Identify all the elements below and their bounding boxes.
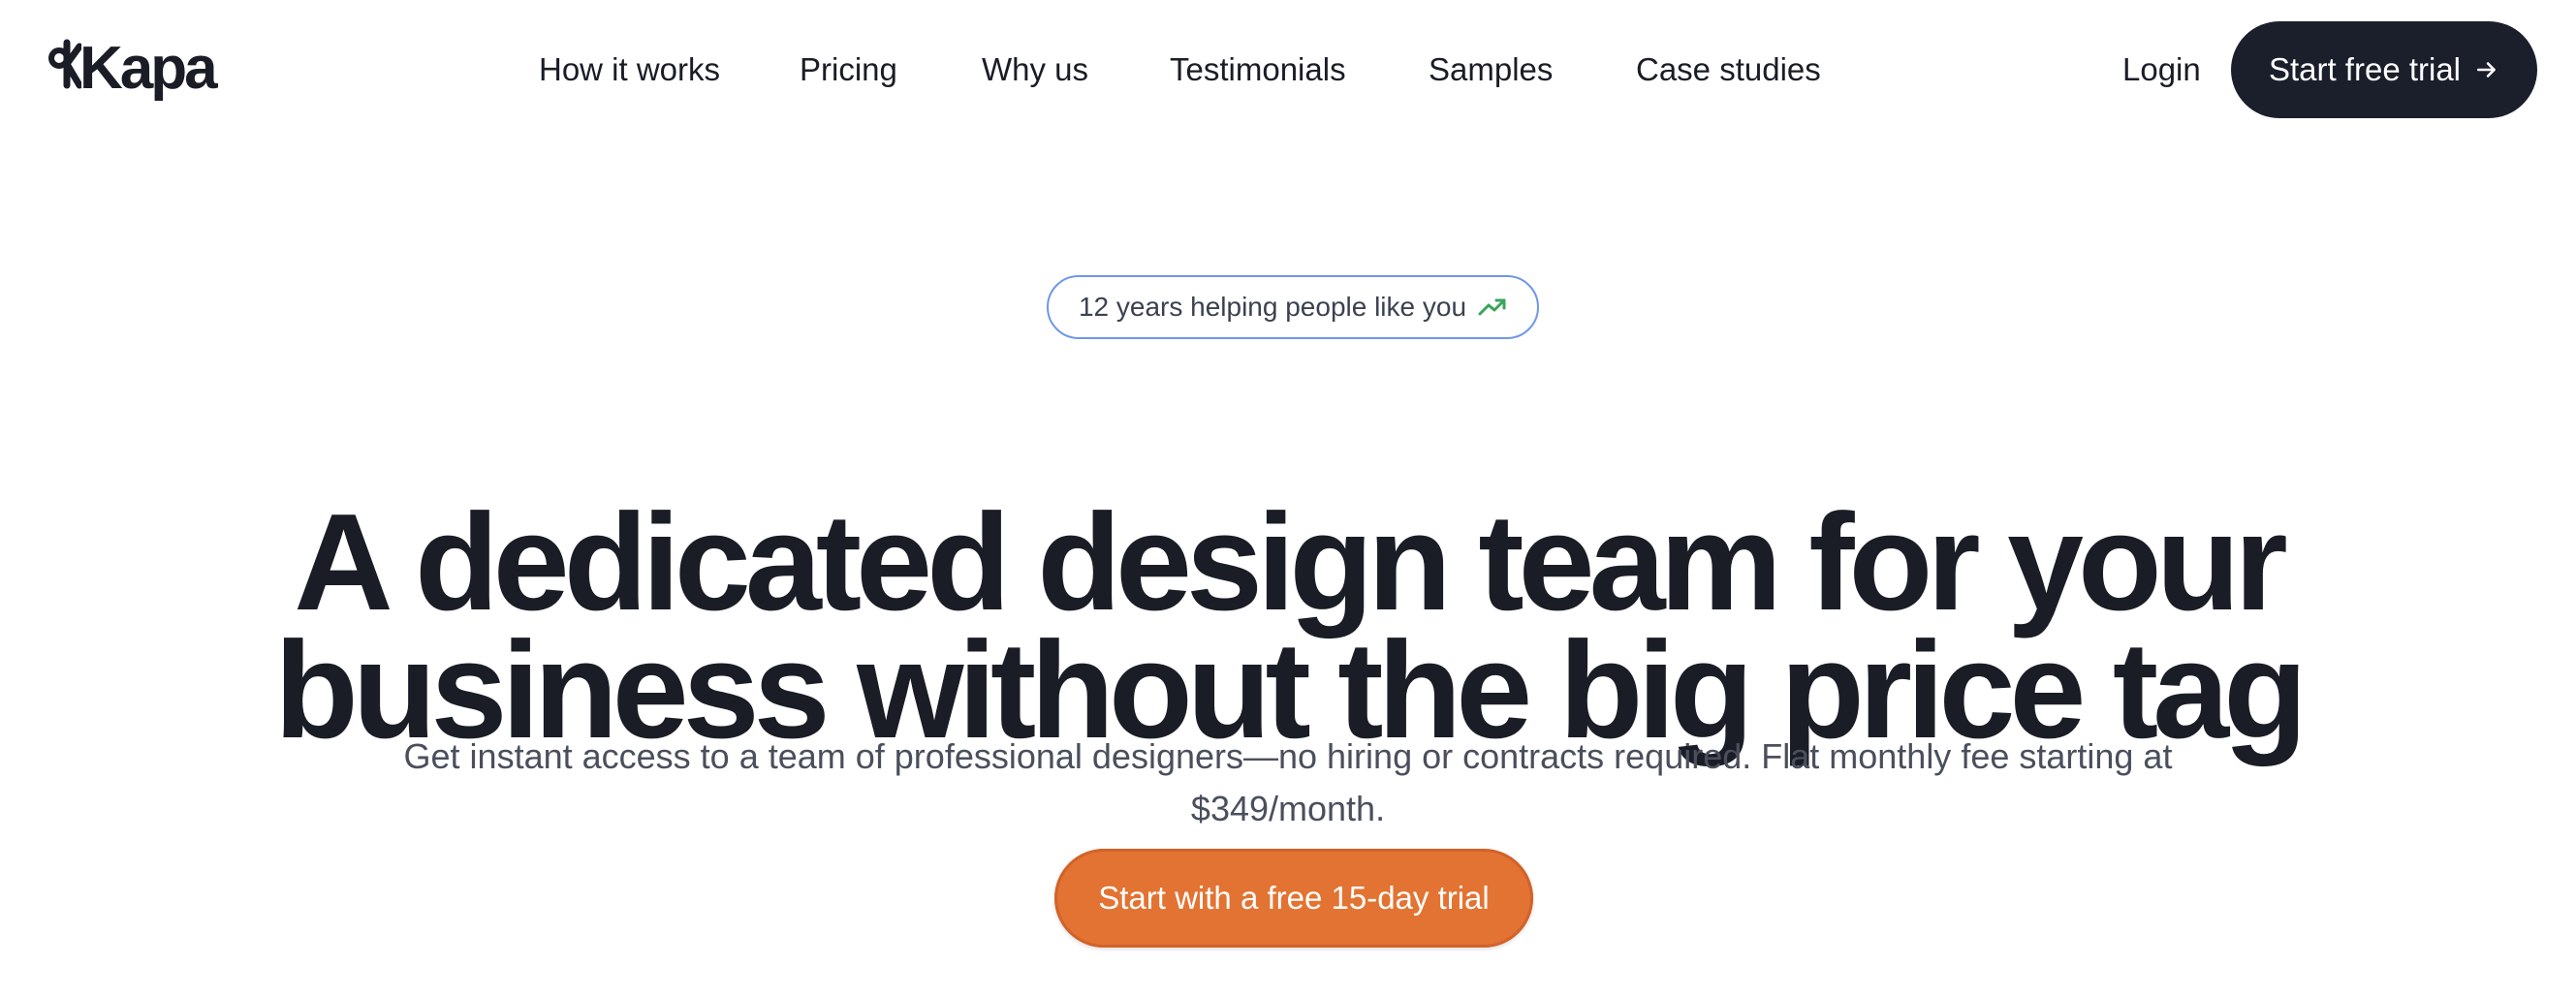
hero-subtext: Get instant access to a team of professi… bbox=[388, 731, 2188, 835]
nav-why-us[interactable]: Why us bbox=[982, 48, 1088, 91]
badge-text: 12 years helping people like you bbox=[1078, 292, 1467, 322]
headline-line-1: A dedicated design team for your bbox=[294, 485, 2288, 640]
subtext-line-1: Get instant access to a team of professi… bbox=[403, 736, 2173, 776]
start-free-trial-label: Start free trial bbox=[2268, 51, 2462, 87]
hero-headline: A dedicated design team for your busines… bbox=[0, 485, 2576, 760]
nav-pricing[interactable]: Pricing bbox=[800, 48, 897, 91]
trending-up-icon bbox=[1478, 298, 1506, 316]
nav-case-studies[interactable]: Case studies bbox=[1636, 48, 1821, 91]
top-navigation-bar: Kapa How it works Pricing Why us Testimo… bbox=[0, 0, 2576, 140]
start-trial-button[interactable]: Start with a free 15-day trial bbox=[1054, 849, 1533, 948]
experience-badge: 12 years helping people like you bbox=[1047, 275, 1539, 339]
start-free-trial-button[interactable]: Start free trial bbox=[2231, 21, 2537, 118]
nav-testimonials[interactable]: Testimonials bbox=[1170, 48, 1346, 91]
subtext-line-2: $349/month. bbox=[1190, 789, 1386, 828]
arrow-right-icon bbox=[2477, 62, 2496, 78]
nav-how-it-works[interactable]: How it works bbox=[539, 48, 720, 91]
nav-samples[interactable]: Samples bbox=[1429, 48, 1553, 91]
login-link[interactable]: Login bbox=[2122, 48, 2201, 91]
